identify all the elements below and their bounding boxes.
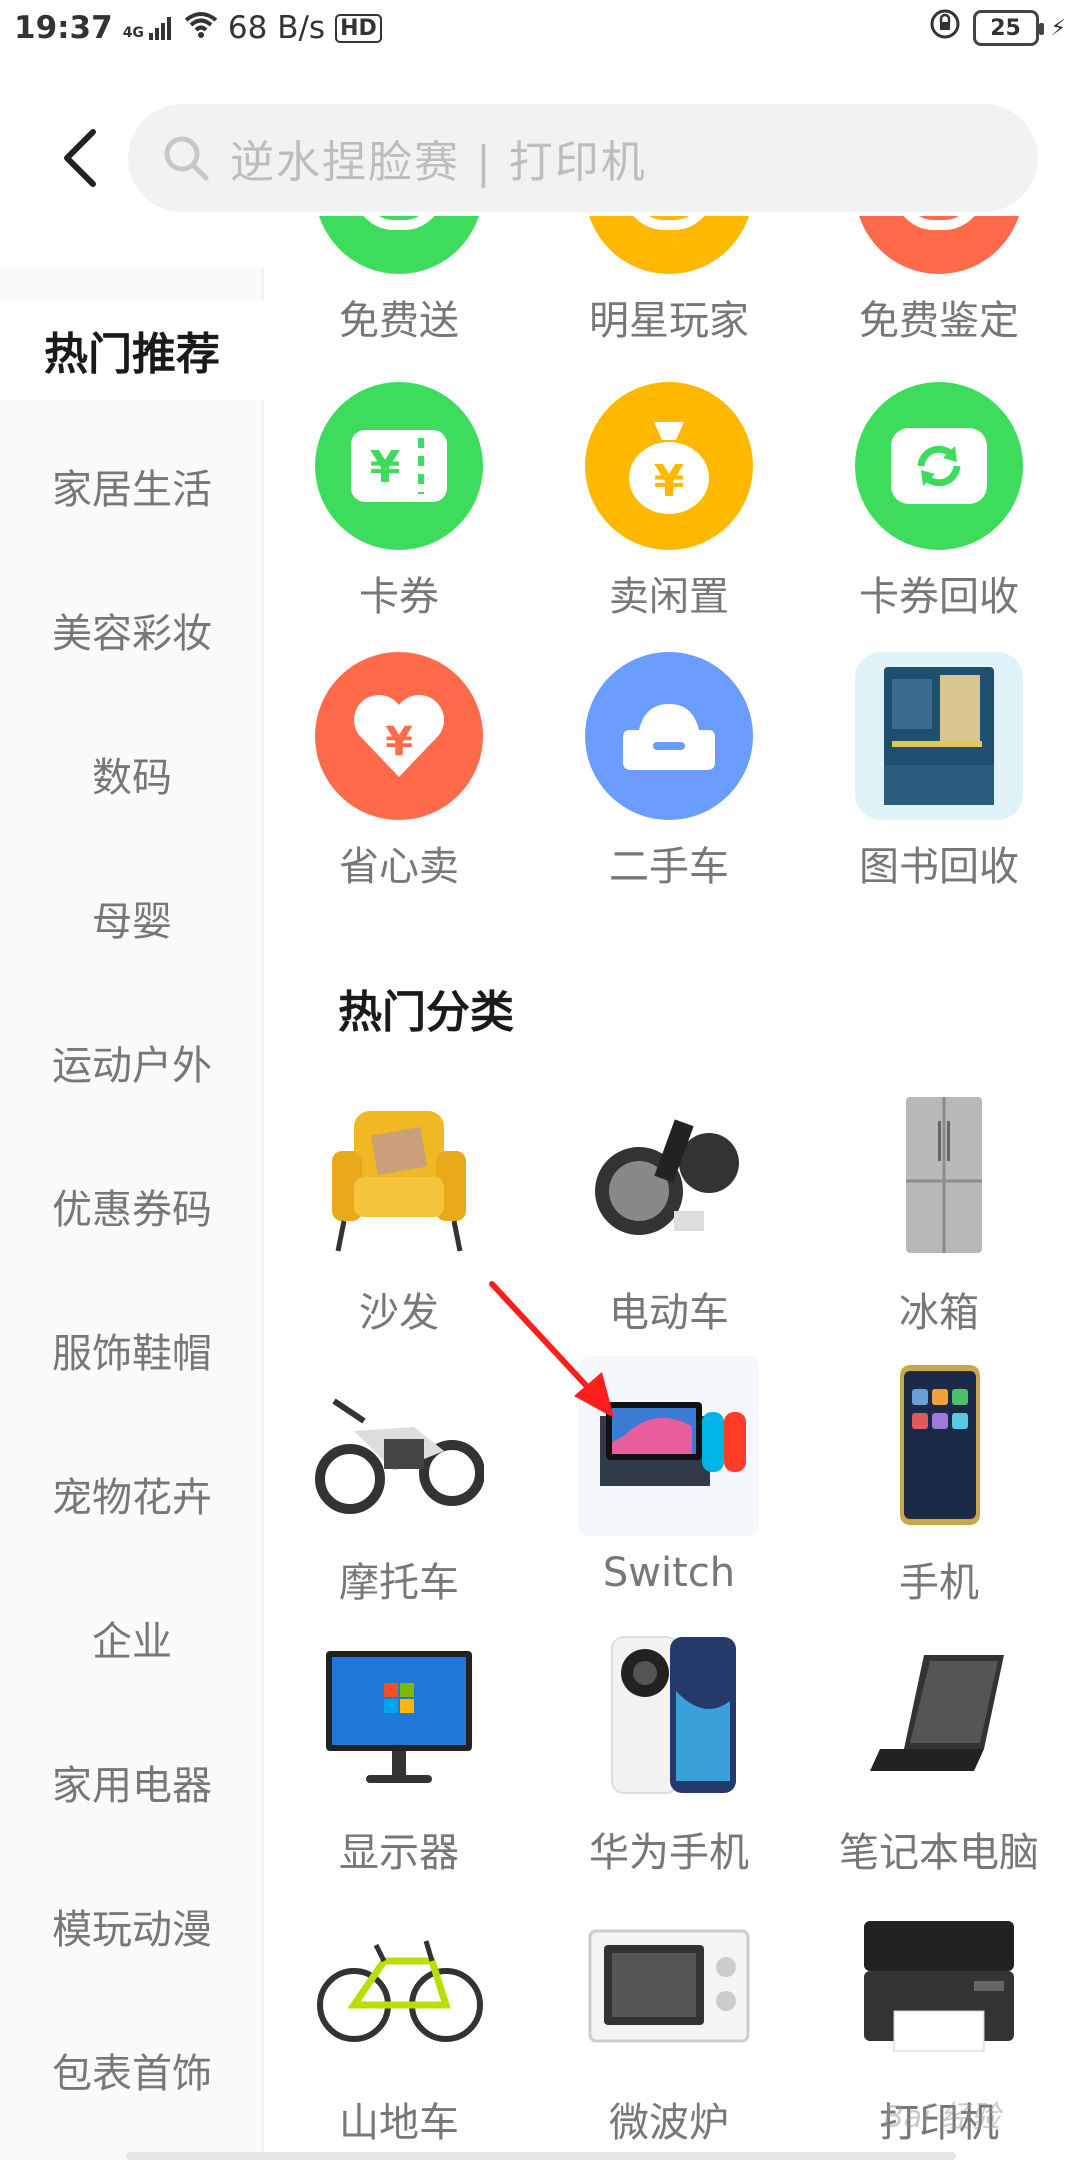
category-content: 免费送 明星玩家 免费鉴定 ¥ 卡券 ¥ 卖闲置 卡券回收 ¥ 省心卖 二手车 … bbox=[264, 216, 1080, 2160]
signal-icon: 4G bbox=[123, 15, 174, 41]
sidebar-item-baby[interactable]: 母婴 bbox=[0, 868, 264, 968]
category-phone[interactable]: 手机 bbox=[804, 1356, 1074, 1608]
service-easy-sell[interactable]: ¥ 省心卖 bbox=[264, 652, 534, 892]
sidebar-item-appliances[interactable]: 家用电器 bbox=[0, 1732, 264, 1832]
lock-rotation-icon bbox=[929, 8, 961, 48]
monitor-icon bbox=[309, 1626, 489, 1806]
service-coupon-recycle[interactable]: 卡券回收 bbox=[804, 382, 1074, 622]
sidebar-item-toys[interactable]: 模玩动漫 bbox=[0, 1876, 264, 1976]
category-fridge[interactable]: 冰箱 bbox=[804, 1086, 1074, 1338]
ticket-yen-icon: ¥ bbox=[315, 382, 483, 550]
category-huawei-phone[interactable]: 华为手机 bbox=[534, 1626, 804, 1878]
huawei-phone-icon bbox=[579, 1626, 759, 1806]
status-bar: 19:37 4G 68 B/s HD 25 ⚡ bbox=[0, 0, 1080, 56]
laptop-icon bbox=[849, 1626, 1029, 1806]
sidebar-item-enterprise[interactable]: 企业 bbox=[0, 1588, 264, 1688]
sidebar-item-coupons[interactable]: 优惠券码 bbox=[0, 1156, 264, 1256]
service-coupon[interactable]: ¥ 卡券 bbox=[264, 382, 534, 622]
printer-icon bbox=[849, 1896, 1029, 2076]
sidebar-item-sports[interactable]: 运动户外 bbox=[0, 1012, 264, 1112]
svg-text:¥: ¥ bbox=[654, 456, 685, 507]
header: 逆水捏脸赛 | 打印机 bbox=[0, 100, 1080, 216]
gift-icon bbox=[315, 216, 483, 274]
charging-icon: ⚡ bbox=[1050, 15, 1066, 41]
service-book-recycle[interactable]: 图书回收 bbox=[804, 652, 1074, 892]
service-free-give[interactable]: 免费送 bbox=[264, 216, 534, 346]
search-input[interactable]: 逆水捏脸赛 | 打印机 bbox=[128, 104, 1038, 212]
hd-icon: HD bbox=[335, 13, 382, 43]
sidebar-item-apparel[interactable]: 服饰鞋帽 bbox=[0, 1300, 264, 1400]
bicycle-icon bbox=[309, 1896, 489, 2076]
sidebar-item-home[interactable]: 家居生活 bbox=[0, 436, 264, 536]
search-icon bbox=[164, 136, 209, 181]
svg-text:¥: ¥ bbox=[370, 442, 401, 493]
car-icon bbox=[585, 652, 753, 820]
wifi-icon bbox=[184, 10, 218, 46]
appraisal-icon bbox=[855, 216, 1023, 274]
sidebar-item-jewelry[interactable]: 包表首饰 bbox=[0, 2020, 264, 2120]
microwave-icon bbox=[579, 1896, 759, 2076]
category-laptop[interactable]: 笔记本电脑 bbox=[804, 1626, 1074, 1878]
sofa-icon bbox=[309, 1086, 489, 1266]
status-time: 19:37 bbox=[14, 10, 113, 46]
search-placeholder: 逆水捏脸赛 | 打印机 bbox=[230, 137, 647, 188]
sidebar-item-pets[interactable]: 宠物花卉 bbox=[0, 1444, 264, 1544]
section-title: 热门分类 bbox=[338, 987, 514, 1038]
service-free-appraisal[interactable]: 免费鉴定 bbox=[804, 216, 1074, 346]
sidebar-item-digital[interactable]: 数码 bbox=[0, 724, 264, 824]
money-bag-icon: ¥ bbox=[585, 382, 753, 550]
category-monitor[interactable]: 显示器 bbox=[264, 1626, 534, 1878]
back-button[interactable] bbox=[44, 120, 114, 196]
svg-text:¥: ¥ bbox=[385, 719, 413, 765]
star-icon bbox=[585, 216, 753, 274]
watermark: Bai 经验 bbox=[883, 2100, 1000, 2135]
refresh-card-icon bbox=[855, 382, 1023, 550]
service-sell-idle[interactable]: ¥ 卖闲置 bbox=[534, 382, 804, 622]
annotation-arrow bbox=[489, 1281, 614, 1418]
category-mountain-bike[interactable]: 山地车 bbox=[264, 1896, 534, 2148]
battery-icon: 25 bbox=[972, 10, 1044, 46]
phone-icon bbox=[849, 1356, 1029, 1536]
ebike-icon bbox=[579, 1086, 759, 1266]
category-microwave[interactable]: 微波炉 bbox=[534, 1896, 804, 2148]
motorcycle-icon bbox=[309, 1356, 489, 1536]
service-used-car[interactable]: 二手车 bbox=[534, 652, 804, 892]
sidebar-item-beauty[interactable]: 美容彩妆 bbox=[0, 580, 264, 680]
sidebar-item-hot[interactable]: 热门推荐 bbox=[0, 300, 264, 400]
chevron-left-icon bbox=[64, 129, 96, 187]
book-icon bbox=[855, 652, 1023, 820]
scrollbar bbox=[126, 2152, 956, 2160]
heart-yen-icon: ¥ bbox=[315, 652, 483, 820]
fridge-icon bbox=[849, 1086, 1029, 1266]
network-speed: 68 B/s bbox=[227, 10, 326, 46]
service-star-player[interactable]: 明星玩家 bbox=[534, 216, 804, 346]
category-sidebar: 热门推荐 家居生活 美容彩妆 数码 母婴 运动户外 优惠券码 服饰鞋帽 宠物花卉… bbox=[0, 268, 264, 2160]
